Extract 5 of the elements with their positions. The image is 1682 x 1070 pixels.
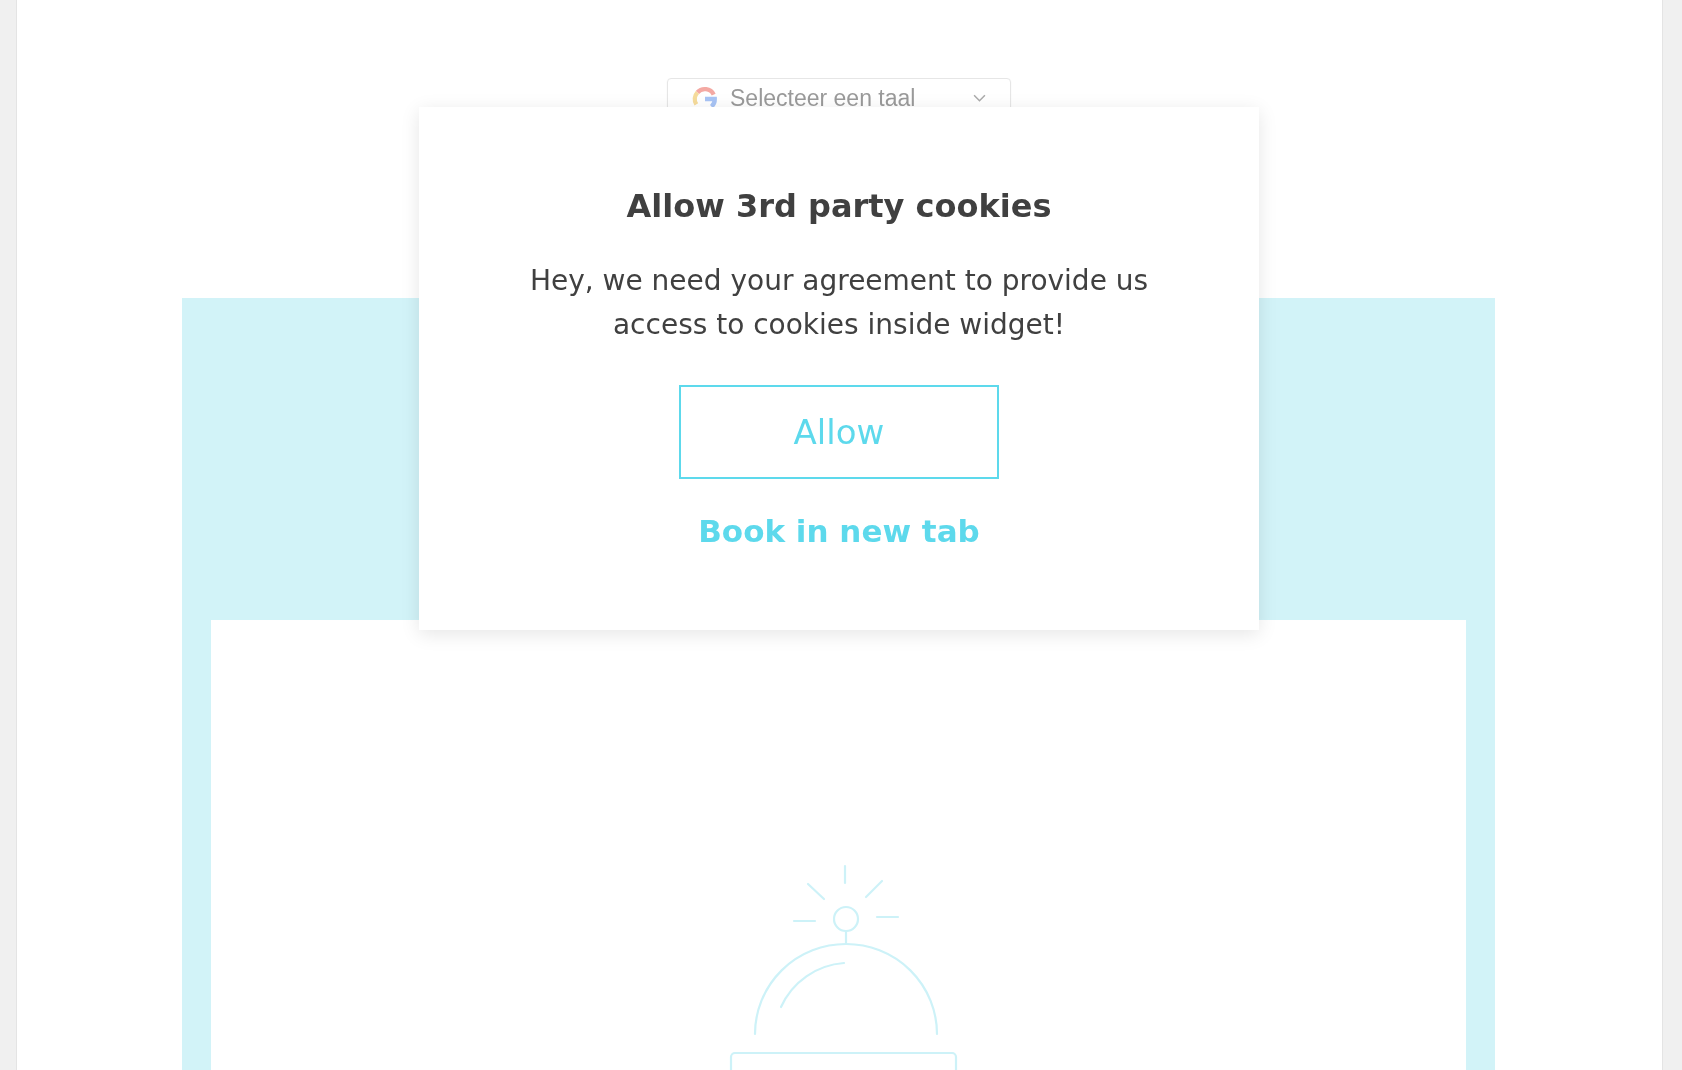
chevron-down-icon [973,94,986,103]
book-in-new-tab-link[interactable]: Book in new tab [698,513,980,549]
dialog-title: Allow 3rd party cookies [626,187,1052,225]
dialog-message: Hey, we need your agreement to provide us access to cookies inside widget! [528,263,1150,343]
allow-button[interactable]: Allow [679,385,999,479]
